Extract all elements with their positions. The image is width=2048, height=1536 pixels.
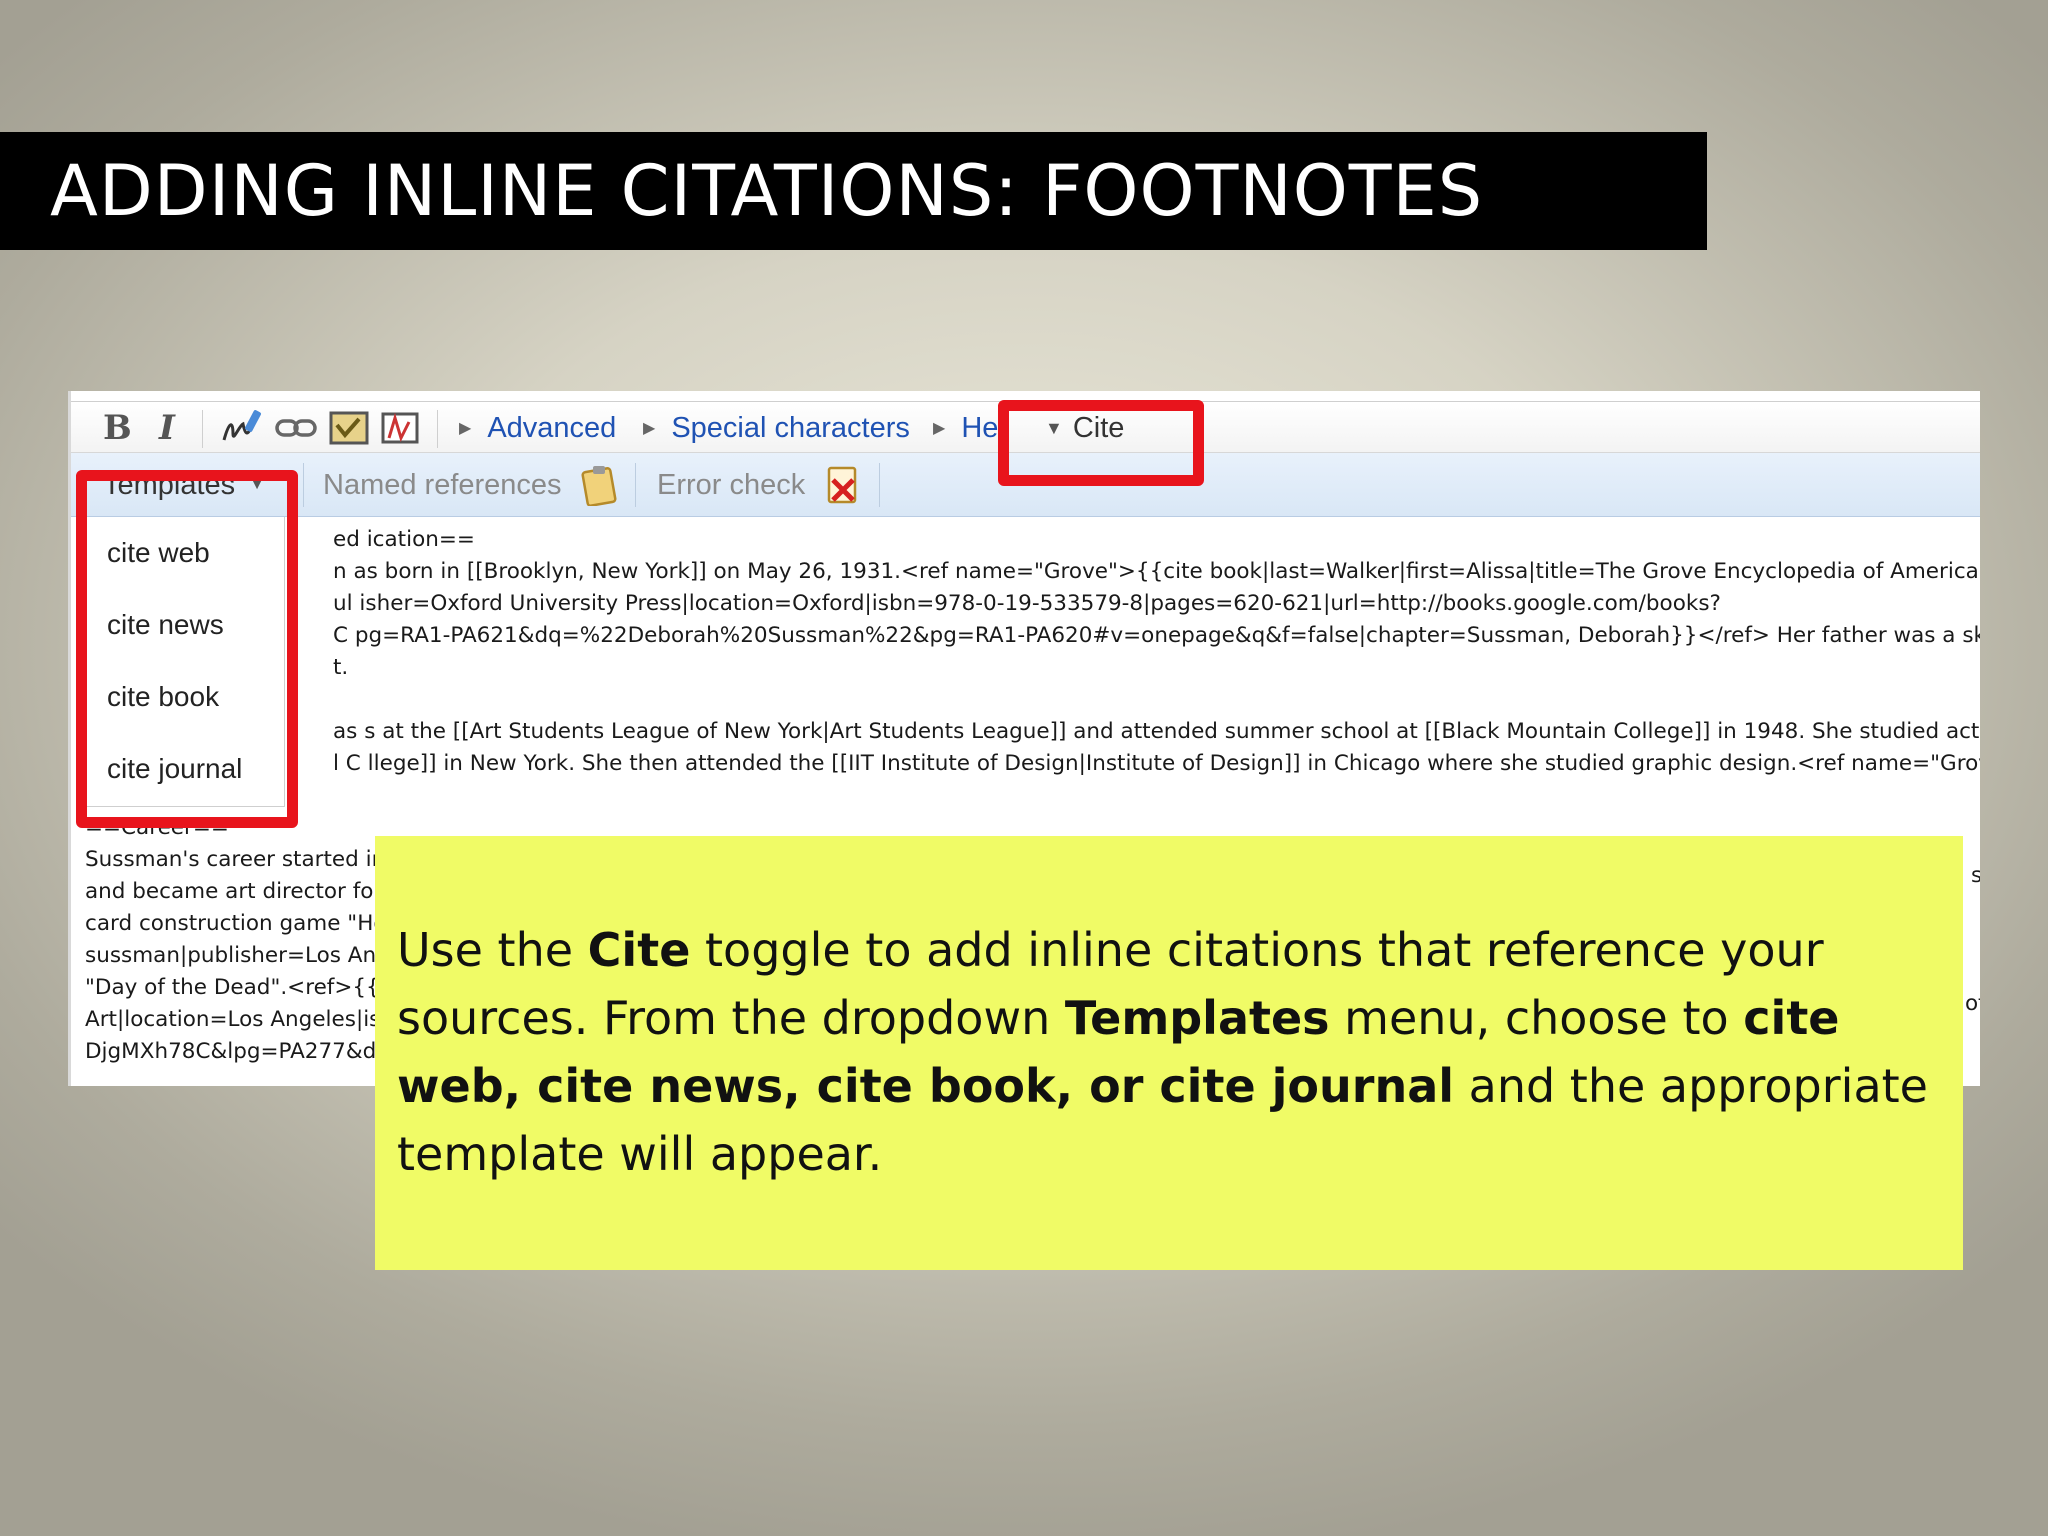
gallery-icon [381, 412, 419, 444]
editor-line: l C llege]] in New York. She then attend… [333, 751, 1980, 776]
advanced-label: Advanced [487, 411, 617, 444]
slide-title: ADDING INLINE CITATIONS: FOOTNOTES [50, 150, 1484, 232]
editor-line: card construction game "Ho [85, 911, 387, 936]
toolbar-divider [635, 463, 636, 507]
image-icon [329, 411, 369, 445]
instruction-callout: Use the Cite toggle to add inline citati… [375, 836, 1963, 1270]
cite-highlight-box [998, 400, 1204, 486]
signature-icon [222, 410, 261, 441]
special-characters-label: Special characters [671, 411, 910, 444]
caret-right-icon: ▶ [933, 420, 946, 437]
special-characters-menu[interactable]: ▶ Special characters [643, 410, 910, 446]
clipboard-icon [581, 466, 617, 506]
templates-highlight-box [76, 470, 298, 828]
error-check-button[interactable]: Error check [657, 465, 863, 505]
editor-line: DjgMXh78C&lpg=PA277&d [85, 1039, 377, 1064]
editor-line: ed ication== [333, 527, 475, 552]
toolbar-divider [879, 463, 880, 507]
note-bold-templates: Templates [1064, 991, 1330, 1045]
slide-title-bar: ADDING INLINE CITATIONS: FOOTNOTES [0, 132, 1707, 250]
note-text-part: Use the [397, 923, 588, 977]
editor-line: as s at the [[Art Students League of New… [333, 719, 1980, 744]
named-references-label: Named references [323, 468, 562, 501]
editor-line: t. [333, 655, 349, 680]
editor-line-fragment: of [1965, 991, 1980, 1016]
instruction-text: Use the Cite toggle to add inline citati… [397, 916, 1947, 1188]
editor-line-fragment: s [1971, 863, 1980, 888]
editor-line: Art|location=Los Angeles|is [85, 1007, 381, 1032]
gallery-button[interactable] [379, 410, 421, 446]
error-check-label: Error check [657, 468, 806, 501]
bold-button[interactable]: B [103, 408, 132, 448]
italic-button[interactable]: I [159, 408, 175, 448]
editor-line: "Day of the Dead".<ref>{{ci [85, 975, 398, 1000]
note-bold-cite: Cite [587, 923, 691, 977]
advanced-menu[interactable]: ▶ Advanced [459, 410, 616, 446]
help-menu[interactable]: ▶ Hel [933, 410, 1005, 446]
note-text-part: menu, choose to [1329, 991, 1744, 1045]
toolbar-divider [202, 410, 203, 448]
link-icon [275, 419, 317, 437]
editor-line: C pg=RA1-PA621&dq=%22Deborah%20Sussman%2… [333, 623, 1980, 648]
caret-right-icon: ▶ [459, 420, 472, 437]
error-check-icon [828, 466, 857, 504]
editor-line: n as born in [[Brooklyn, New York]] on M… [333, 559, 1980, 584]
editor-line: sussman|publisher=Los An [85, 943, 377, 968]
editor-line: Sussman's career started in [85, 847, 386, 872]
named-references-button[interactable]: Named references [323, 465, 620, 506]
editor-line: ul isher=Oxford University Press|locatio… [333, 591, 1721, 616]
toolbar-divider [437, 410, 438, 448]
toolbar-divider [303, 463, 304, 507]
signature-button[interactable] [221, 410, 263, 446]
caret-right-icon: ▶ [643, 420, 656, 437]
link-button[interactable] [275, 410, 317, 446]
editor-line: and became art director for [85, 879, 383, 904]
embedded-file-button[interactable] [329, 410, 369, 446]
